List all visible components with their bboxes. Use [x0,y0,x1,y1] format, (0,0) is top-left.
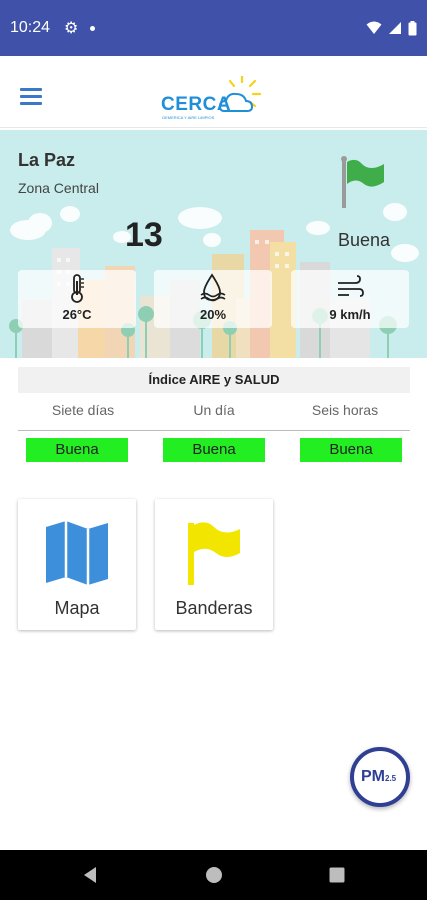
back-icon[interactable] [80,864,102,886]
zone-name: Zona Central [18,180,99,196]
temperature-value: 26°C [62,307,92,322]
humidity-icon [154,273,272,303]
thermometer-icon [18,273,136,303]
period-labels: Siete días Un día Seis horas [18,402,410,422]
humidity-card: 20% [154,270,272,328]
temperature-card: 26°C [18,270,136,328]
recents-icon[interactable] [326,864,348,886]
city-name: La Paz [18,150,76,170]
flags-tile[interactable]: Banderas [155,499,273,630]
flags-tile-label: Banderas [175,598,253,618]
index-title: Índice AIRE y SALUD [18,367,410,393]
app-logo: CERCA GEMERICA Y AIRE LIMPIOS [160,76,270,120]
wind-card: 9 km/h [291,270,409,328]
signal-icon [388,21,402,35]
wind-icon [291,273,409,303]
home-icon[interactable] [203,864,225,886]
gear-icon: ⚙ [64,20,79,37]
flag-icon [155,519,273,587]
period-label-seven-days: Siete días [51,402,115,418]
pm25-fab-button[interactable]: PM2.5 [350,747,410,807]
status-bar: 10:24 ⚙ [0,0,427,56]
dot-icon [90,25,96,31]
status-badge-six-hours: Buena [300,438,402,462]
wifi-icon [366,21,382,35]
system-navigation-bar [0,850,427,900]
wind-value: 9 km/h [329,307,371,322]
app-bar: CERCA GEMERICA Y AIRE LIMPIOS [0,68,427,128]
hamburger-menu-icon[interactable] [20,88,42,106]
status-flag-icon [341,156,384,208]
map-tile-label: Mapa [54,598,100,618]
map-tile[interactable]: Mapa [18,499,136,630]
aqi-value: 13 [125,216,163,254]
status-badge-one-day: Buena [163,438,265,462]
battery-icon [408,20,417,36]
logo-text: CERCA [161,94,232,115]
period-label-one-day: Un día [193,402,235,418]
humidity-value: 20% [199,307,227,322]
app-screen: 10:24 ⚙ CERCA GEMERICA Y AIRE LIMPIOS La… [0,0,427,900]
logo-subtext: GEMERICA Y AIRE LIMPIOS [162,115,215,120]
map-icon [18,519,136,587]
period-label-six-hours: Seis horas [311,402,379,418]
status-badge-seven-days: Buena [26,438,128,462]
air-quality-hero: La Paz Zona Central 13 Buena 26°C 20% 9 … [0,130,427,358]
pm25-fab-label: PM2.5 [361,768,397,785]
aqi-status: Buena [338,230,391,250]
section-divider [18,430,410,431]
status-time: 10:24 [10,19,51,36]
